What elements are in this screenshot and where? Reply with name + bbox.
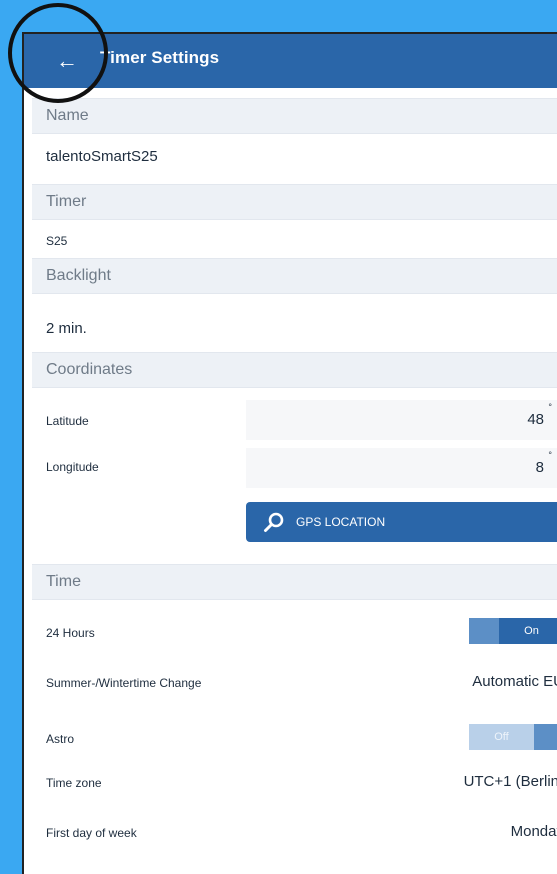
longitude-field[interactable]: 8 ° <box>246 448 557 488</box>
section-name-header: Name <box>32 98 557 134</box>
firstday-value[interactable]: Monday <box>511 823 557 840</box>
hours24-toggle[interactable]: On <box>469 618 557 644</box>
latitude-value: 48 <box>527 411 544 428</box>
longitude-label: Longitude <box>46 460 99 474</box>
astro-label: Astro <box>46 732 75 746</box>
section-coordinates-header: Coordinates <box>32 352 557 388</box>
dst-label: Summer-/Wintertime Change <box>46 676 202 690</box>
timezone-value[interactable]: UTC+1 (Berlin) <box>464 773 557 790</box>
hours24-state: On <box>524 625 539 637</box>
toggle-track: On <box>499 618 557 644</box>
toggle-knob <box>469 618 499 644</box>
astro-state: Off <box>494 731 509 743</box>
section-time-header: Time <box>32 564 557 600</box>
longitude-value: 8 <box>535 459 544 476</box>
hours24-label: 24 Hours <box>46 626 95 640</box>
timer-value: S25 <box>46 234 68 248</box>
toggle-track: Off <box>469 724 534 750</box>
search-icon <box>264 512 284 532</box>
degree-mark: ° <box>548 450 552 460</box>
section-backlight-header: Backlight <box>32 258 557 294</box>
backlight-value[interactable]: 2 min. <box>46 320 87 337</box>
highlight-circle <box>8 3 108 103</box>
page-title: Timer Settings <box>100 48 220 67</box>
timezone-label: Time zone <box>46 776 102 790</box>
app-window: ← Timer Settings Name talentoSmartS25 Ti… <box>22 32 557 874</box>
name-value[interactable]: talentoSmartS25 <box>46 148 158 165</box>
dst-value[interactable]: Automatic EU <box>472 673 557 690</box>
gps-location-label: GPS LOCATION <box>296 515 386 529</box>
degree-mark: ° <box>548 402 552 412</box>
section-timer-header: Timer <box>32 184 557 220</box>
latitude-label: Latitude <box>46 414 89 428</box>
toggle-knob <box>534 724 557 750</box>
gps-location-button[interactable]: GPS LOCATION <box>246 502 557 542</box>
firstday-label: First day of week <box>46 826 137 840</box>
latitude-field[interactable]: 48 ° <box>246 400 557 440</box>
astro-toggle[interactable]: Off <box>469 724 557 750</box>
